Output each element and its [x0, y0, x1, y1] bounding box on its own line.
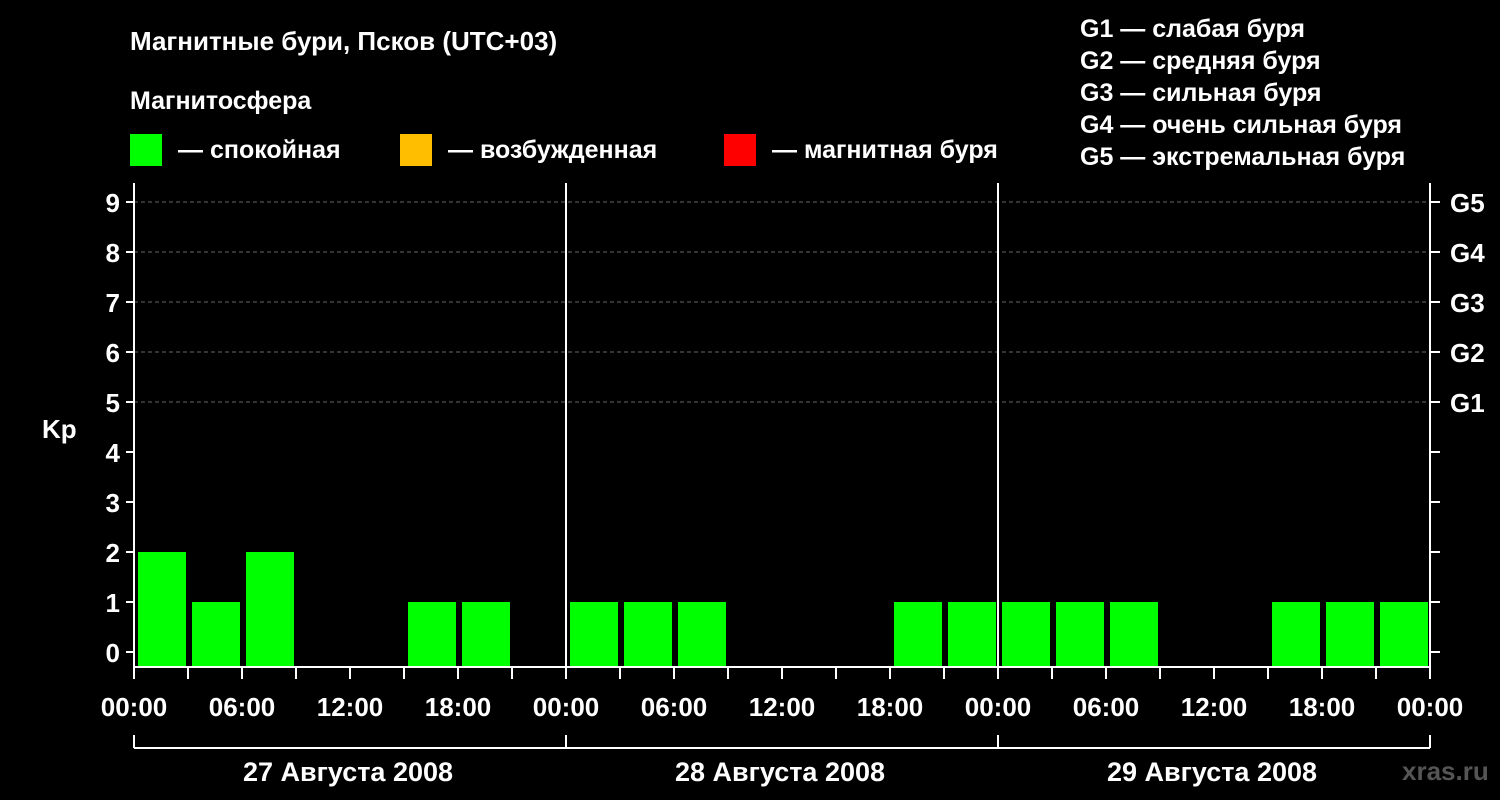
- x-tick-label-13: 00:00: [1397, 692, 1464, 722]
- legend-swatch-3: [724, 134, 756, 166]
- bar-day3-slot7: [1326, 602, 1374, 667]
- watermark: xras.ru: [1402, 756, 1489, 786]
- x-tick-label-8: 18:00: [857, 692, 924, 722]
- g-scale-legend-item-4: G4 — очень сильная буря: [1080, 111, 1402, 139]
- x-tick-label-5: 00:00: [533, 692, 600, 722]
- legend-swatch-2: [400, 134, 432, 166]
- x-tick-label-3: 12:00: [317, 692, 384, 722]
- right-tick-label-G3: G3: [1450, 288, 1485, 318]
- g-scale-legend-item-5: G5 — экстремальная буря: [1080, 143, 1405, 171]
- bar-day3-slot6: [1272, 602, 1320, 667]
- x-tick-label-9: 00:00: [965, 692, 1032, 722]
- bar-day2-slot2: [624, 602, 672, 667]
- y-tick-label-9: 9: [106, 188, 120, 218]
- bar-day3-slot8: [1380, 602, 1428, 667]
- day-label-1: 27 Августа 2008: [243, 757, 453, 787]
- bars: [138, 552, 1428, 667]
- bar-day1-slot3: [246, 552, 294, 667]
- axes: 0 1 2 3 4 5 6 7 8 9 G1 G2 G3 G4 G5 00:00 06:00 12:00 18:00…: [101, 183, 1485, 787]
- day-label-3: 29 Августа 2008: [1107, 757, 1317, 787]
- kp-chart: Магнитные бури, Псков (UTC+03) Магнитосф…: [42, 15, 1489, 787]
- chart-title: Магнитные бури, Псков (UTC+03): [130, 26, 557, 56]
- y-tick-label-8: 8: [106, 238, 120, 268]
- bar-day2-slot8: [948, 602, 996, 667]
- x-tick-label-4: 18:00: [425, 692, 492, 722]
- legend-label-2: — возбужденная: [448, 136, 657, 164]
- bar-day3-slot3: [1110, 602, 1158, 667]
- legend: — спокойная — возбужденная — магнитная бур…: [130, 134, 998, 166]
- x-tick-label-6: 06:00: [641, 692, 708, 722]
- y-tick-label-3: 3: [106, 488, 120, 518]
- y-tick-label-2: 2: [106, 538, 120, 568]
- bar-day1-slot6: [408, 602, 456, 667]
- x-tick-label-11: 12:00: [1181, 692, 1248, 722]
- legend-label-1: — спокойная: [178, 136, 341, 164]
- g-scale-legend-item-1: G1 — слабая буря: [1080, 15, 1305, 43]
- bar-day3-slot1: [1002, 602, 1050, 667]
- bar-day2-slot7: [894, 602, 942, 667]
- legend-swatch-1: [130, 134, 162, 166]
- day-label-2: 28 Августа 2008: [675, 757, 885, 787]
- right-tick-label-G2: G2: [1450, 338, 1485, 368]
- y-tick-label-7: 7: [106, 288, 120, 318]
- bar-day1-slot7: [462, 602, 510, 667]
- bar-day1-slot1: [138, 552, 186, 667]
- right-tick-label-G4: G4: [1450, 238, 1485, 268]
- y-tick-label-4: 4: [106, 438, 121, 468]
- bar-day3-slot2: [1056, 602, 1104, 667]
- y-tick-label-0: 0: [106, 638, 120, 668]
- x-tick-label-7: 12:00: [749, 692, 816, 722]
- x-tick-label-10: 06:00: [1073, 692, 1140, 722]
- g-scale-legend-item-2: G2 — средняя буря: [1080, 47, 1321, 75]
- bar-day1-slot2: [192, 602, 240, 667]
- y-axis-label: Kp: [42, 414, 77, 444]
- right-tick-label-G5: G5: [1450, 188, 1485, 218]
- y-tick-label-6: 6: [106, 338, 120, 368]
- y-tick-label-1: 1: [106, 588, 120, 618]
- x-tick-label-2: 06:00: [209, 692, 276, 722]
- bar-day2-slot3: [678, 602, 726, 667]
- g-scale-legend-item-3: G3 — сильная буря: [1080, 79, 1322, 107]
- legend-title: Магнитосфера: [130, 87, 312, 115]
- x-tick-label-1: 00:00: [101, 692, 168, 722]
- legend-label-3: — магнитная буря: [772, 136, 998, 164]
- right-tick-label-G1: G1: [1450, 388, 1485, 418]
- y-tick-label-5: 5: [106, 388, 120, 418]
- grid: [134, 201, 1430, 403]
- g-scale-legend: G1 — слабая буря G2 — средняя буря G3 — си…: [1080, 15, 1405, 171]
- bar-day2-slot1: [570, 602, 618, 667]
- x-tick-label-12: 18:00: [1289, 692, 1356, 722]
